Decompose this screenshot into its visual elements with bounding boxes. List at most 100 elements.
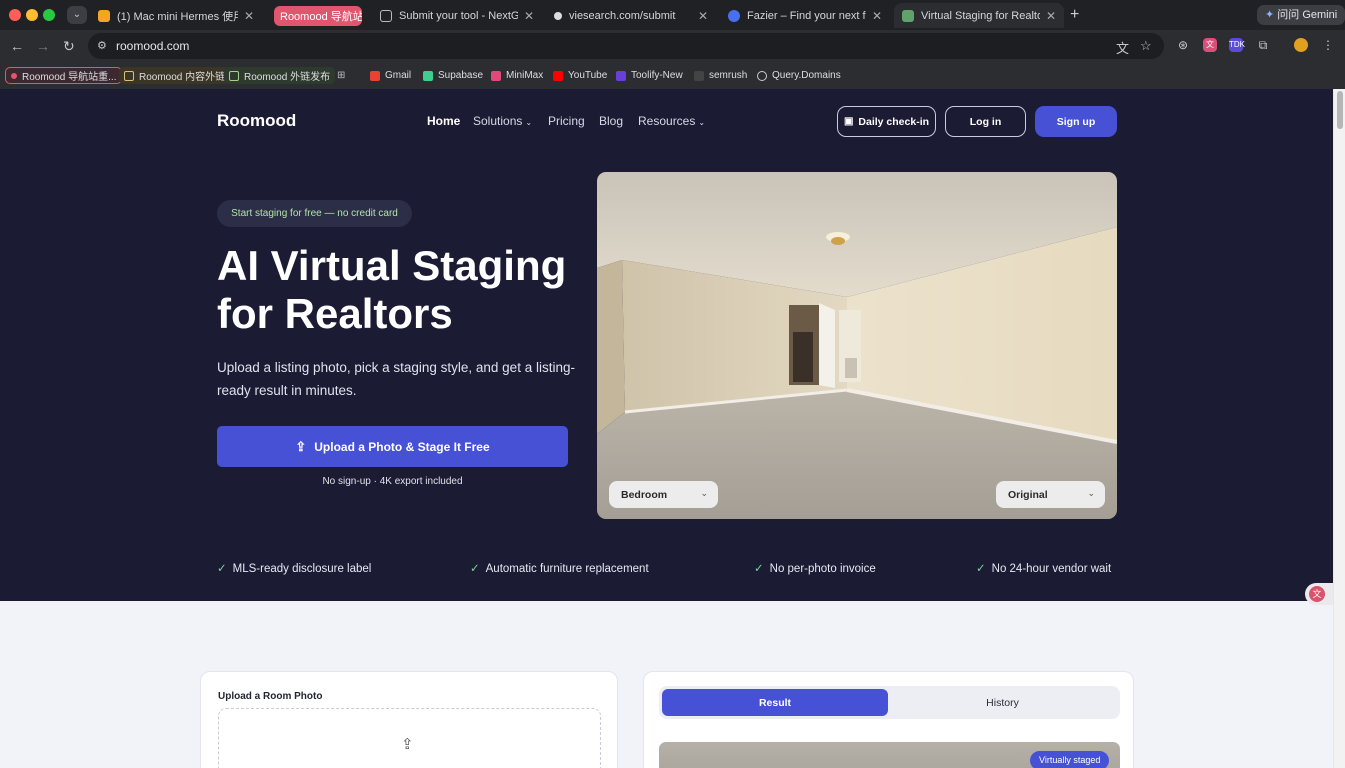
bookmark-item[interactable]: Toolify-New [616, 67, 683, 84]
youtube-icon [553, 70, 563, 81]
bookmark-label: Query.Domains [772, 70, 841, 81]
extension-icon[interactable]: TDK [1229, 38, 1245, 52]
browser-tab[interactable]: (1) Mac mini Hermes 使用 | N ✕ [90, 3, 262, 28]
hero-section: Roomood Home Solutions ⌄ Pricing Blog Res… [0, 89, 1333, 601]
tab-label: Result [758, 696, 792, 709]
nav-resources[interactable]: Resources ⌄ [638, 114, 705, 128]
result-history-toggle: Result History [659, 686, 1120, 719]
close-tab-icon[interactable]: ✕ [1046, 9, 1056, 23]
browser-tab[interactable]: viesearch.com/submit ✕ [546, 3, 716, 28]
nav-label: Solutions [473, 114, 523, 128]
check-icon: ✓ [976, 563, 986, 575]
zoom-window-button[interactable] [43, 9, 55, 21]
daily-checkin-button[interactable]: ▣ Daily check-in [837, 106, 936, 137]
reload-icon[interactable]: ↻ [63, 37, 75, 55]
floating-translate-button[interactable]: 文 [1305, 583, 1333, 605]
forward-icon[interactable]: → [36, 37, 50, 55]
close-tab-icon[interactable]: ✕ [698, 9, 708, 23]
site-logo[interactable]: Roomood [217, 111, 296, 131]
free-trial-badge: Start staging for free — no credit card [217, 200, 412, 227]
gemini-button[interactable]: ✦ 问问 Gemini [1257, 5, 1345, 25]
translate-icon: 文 [1309, 586, 1325, 602]
feature-label: No 24-hour vendor wait [991, 563, 1112, 575]
tab-title: Virtual Staging for Realtors – [921, 9, 1040, 22]
translate-icon[interactable]: 文 [1116, 38, 1129, 57]
nav-blog[interactable]: Blog [599, 114, 623, 128]
bookmark-item[interactable]: Roomood 外链发布 [224, 67, 336, 84]
bookmark-item[interactable]: MiniMax [491, 67, 543, 84]
tab-favicon-icon [98, 9, 110, 22]
bookmark-label: semrush [709, 70, 748, 81]
signup-button[interactable]: Sign up [1035, 106, 1117, 137]
nav-solutions[interactable]: Solutions ⌄ [473, 114, 532, 128]
browser-tab-active[interactable]: Virtual Staging for Realtors – ✕ [894, 3, 1064, 28]
scrollbar-thumb[interactable] [1337, 91, 1343, 129]
room-type-value: Bedroom [621, 488, 668, 501]
browser-tab[interactable]: Submit your tool - NextGenTo ✕ [372, 3, 542, 28]
staging-style-select[interactable]: Original ⌄ [996, 481, 1105, 508]
tab-title: Fazier – Find your next favour [747, 9, 866, 22]
daily-checkin-label: Daily check-in [858, 115, 930, 128]
bookmark-item[interactable]: semrush [694, 67, 747, 84]
cta-note: No sign-up · 4K export included [322, 476, 463, 487]
close-window-button[interactable] [9, 9, 21, 21]
login-button[interactable]: Log in [945, 106, 1026, 137]
minimize-window-button[interactable] [26, 9, 38, 21]
room-type-select[interactable]: Bedroom ⌄ [609, 481, 718, 508]
upload-stage-button[interactable]: ⇪ Upload a Photo & Stage It Free [217, 426, 568, 467]
bookmark-item[interactable]: Query.Domains [757, 67, 841, 84]
tab-history[interactable]: History [888, 689, 1117, 716]
browser-toolbar: ← → ↻ ⚙ roomood.com 文 ☆ ⊛ 文 TDK ⧉ ⋮ [0, 30, 1345, 62]
feature-item: ✓ No 24-hour vendor wait [976, 561, 1111, 575]
tab-title: Roomood 导航站 [274, 5, 362, 26]
bookmark-item[interactable]: Gmail [370, 67, 411, 84]
url-text[interactable]: roomood.com [116, 39, 189, 53]
extension-icon[interactable]: 文 [1203, 38, 1217, 52]
bookmark-label: Roomood 内容外链 [139, 72, 226, 83]
nav-home[interactable]: Home [427, 114, 460, 128]
site-info-icon[interactable]: ⚙ [97, 39, 107, 52]
nav-label: Home [427, 114, 461, 128]
tab-search-button[interactable]: ⌄ [67, 6, 87, 24]
new-tab-icon[interactable]: + [1070, 6, 1079, 24]
chevron-down-icon: ⌄ [698, 118, 706, 127]
hero-title: AI Virtual Staging for Realtors [217, 242, 567, 337]
feature-item: ✓ Automatic furniture replacement [470, 561, 649, 575]
openai-extension-icon[interactable]: ⊛ [1176, 38, 1190, 52]
bookmark-star-icon[interactable]: ☆ [1140, 38, 1152, 54]
apps-grid-icon[interactable]: ⊞ [337, 67, 345, 84]
tab-result[interactable]: Result [662, 689, 888, 716]
extensions-puzzle-icon[interactable]: ⧉ [1256, 38, 1270, 52]
tab-favicon-icon [902, 9, 914, 22]
tab-title: Submit your tool - NextGenTo [399, 9, 518, 22]
profile-avatar[interactable] [1294, 38, 1308, 52]
browser-tab[interactable]: Fazier – Find your next favour ✕ [720, 3, 890, 28]
close-tab-icon[interactable]: ✕ [872, 9, 882, 23]
browser-tab[interactable]: Roomood 导航站 [266, 3, 370, 28]
bookmark-label: MiniMax [506, 70, 544, 81]
chevron-down-icon: ⌄ [700, 488, 708, 498]
check-icon: ✓ [754, 563, 764, 575]
bookmark-item[interactable]: Roomood 导航站重... [5, 67, 123, 84]
close-tab-icon[interactable]: ✕ [524, 9, 534, 23]
empty-room-illustration [597, 172, 1117, 519]
bookmark-item[interactable]: Supabase [423, 67, 483, 84]
feature-label: MLS-ready disclosure label [232, 563, 372, 575]
nav-pricing[interactable]: Pricing [548, 114, 585, 128]
close-tab-icon[interactable]: ✕ [244, 9, 254, 23]
back-icon[interactable]: ← [10, 37, 24, 55]
nav-label: Blog [599, 114, 624, 128]
check-icon: ✓ [217, 563, 227, 575]
photo-dropzone[interactable]: ⇪ [218, 708, 601, 768]
feature-item: ✓ MLS-ready disclosure label [217, 561, 371, 575]
toolify-icon [616, 70, 626, 81]
staging-style-value: Original [1008, 488, 1048, 501]
virtually-staged-badge: Virtually staged [1030, 751, 1110, 768]
page-scrollbar[interactable] [1333, 89, 1345, 768]
tab-label: History [986, 696, 1019, 709]
bookmark-item[interactable]: Roomood 内容外链 [119, 67, 231, 84]
bookmark-item[interactable]: YouTube [553, 67, 607, 84]
browser-menu-icon[interactable]: ⋮ [1321, 38, 1335, 52]
result-card: Result History Virtually staged [643, 671, 1134, 768]
address-bar[interactable]: ⚙ roomood.com 文 ☆ [88, 33, 1164, 59]
